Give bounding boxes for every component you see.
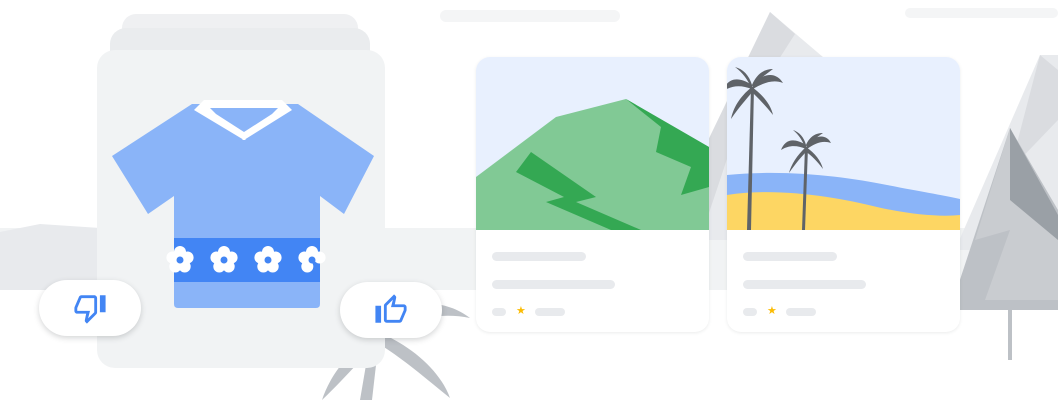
top-haze <box>440 10 620 22</box>
review-chip <box>786 308 816 316</box>
title-placeholder <box>492 252 586 261</box>
polo-shirt-illustration <box>112 100 374 308</box>
subtitle-placeholder <box>743 280 866 289</box>
star-icon: ★ <box>516 305 526 317</box>
like-button[interactable] <box>340 282 442 338</box>
dislike-button[interactable] <box>39 280 141 336</box>
review-chip <box>535 308 565 316</box>
star-icon: ★ <box>767 305 777 317</box>
recommendation-card-beach[interactable]: ★ <box>727 57 960 332</box>
thumbs-down-icon <box>74 295 106 324</box>
beach-thumbnail <box>727 57 960 230</box>
subtitle-placeholder <box>492 280 615 289</box>
thumbs-up-icon <box>375 294 407 323</box>
rating-chip <box>492 308 506 316</box>
title-placeholder <box>743 252 837 261</box>
top-haze-right <box>905 8 1058 18</box>
mountain-thumbnail <box>476 57 709 230</box>
recommendation-card-mountain[interactable]: ★ <box>476 57 709 332</box>
rating-chip <box>743 308 757 316</box>
